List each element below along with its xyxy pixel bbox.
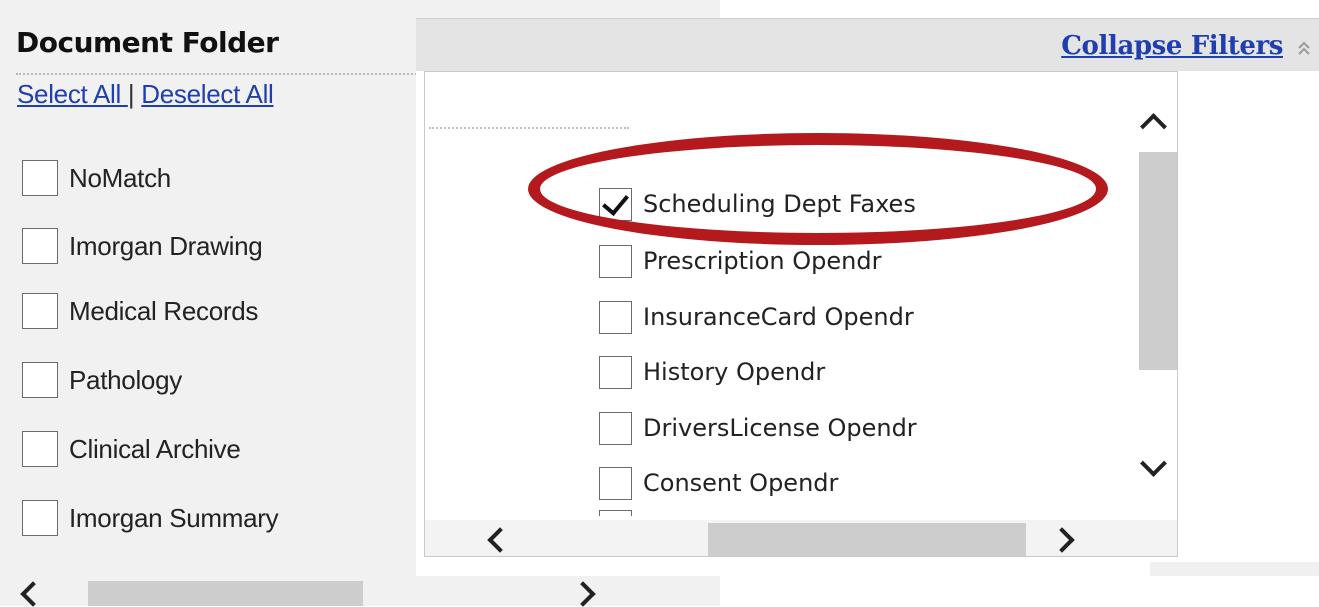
folder-checkbox[interactable] [22,500,58,536]
filter-item-label: InsuranceCard Opendr [643,303,914,331]
folder-checkbox[interactable] [22,228,58,264]
filter-item-label: Scheduling Dept Faxes [643,190,916,218]
scroll-right-icon[interactable] [1049,527,1075,553]
select-links: Select All | Deselect All [17,79,274,110]
folder-item-imorgan-drawing[interactable]: Imorgan Drawing [22,226,263,266]
scroll-down-icon[interactable] [1140,450,1167,477]
scroll-left-icon[interactable] [487,527,513,553]
title-divider [16,73,420,75]
select-all-link[interactable]: Select All [17,79,128,109]
filter-item-history-opendr[interactable]: History Opendr [599,354,825,390]
scrollbar-thumb[interactable] [88,581,363,606]
folder-checkbox[interactable] [22,293,58,329]
folder-checkbox[interactable] [22,431,58,467]
folder-item-nomatch[interactable]: NoMatch [22,158,171,198]
filter-panel-header: Collapse Filters [416,18,1319,71]
scrollbar-thumb[interactable] [1139,152,1177,370]
filter-item-prescription-opendr[interactable]: Prescription Opendr [599,243,881,279]
horizontal-scrollbar[interactable] [0,571,720,607]
link-separator: | [127,79,135,109]
deselect-all-link[interactable]: Deselect All [141,79,274,109]
filter-checkbox-partial[interactable] [599,510,632,516]
folder-item-label: Imorgan Drawing [69,230,263,261]
filter-checkbox[interactable] [599,244,632,278]
filter-panel: Collapse Filters Scheduling Dept Faxes P… [416,18,1319,576]
folder-item-label: Medical Records [69,295,259,326]
folder-checkbox[interactable] [22,160,58,196]
filter-checkbox[interactable] [599,355,632,389]
vertical-scrollbar[interactable] [1129,72,1177,506]
filter-item-driverslicense-opendr[interactable]: DriversLicense Opendr [599,410,917,446]
folder-item-imorgan-summary[interactable]: Imorgan Summary [22,498,279,538]
filter-checkbox[interactable] [599,300,632,334]
folder-item-label: Clinical Archive [69,433,241,464]
horizontal-scrollbar[interactable] [425,520,1177,556]
background-strip [1150,562,1319,576]
filter-item-scheduling-dept-faxes[interactable]: Scheduling Dept Faxes [599,186,916,222]
scroll-left-icon[interactable] [20,581,46,607]
filter-item-insurancecard-opendr[interactable]: InsuranceCard Opendr [599,299,914,335]
folder-checkbox[interactable] [22,362,58,398]
folder-item-pathology[interactable]: Pathology [22,360,182,400]
scrollbar-thumb[interactable] [708,523,1026,556]
list-divider [429,127,629,129]
scroll-right-icon[interactable] [570,581,596,607]
filter-checkbox[interactable] [599,411,632,445]
collapse-filters-link[interactable]: Collapse Filters [1061,31,1283,61]
folder-item-clinical-archive[interactable]: Clinical Archive [22,429,241,469]
filter-checkbox[interactable] [599,466,632,500]
filter-list: Scheduling Dept Faxes Prescription Opend… [424,71,1178,557]
double-chevron-up-icon[interactable] [1295,38,1313,58]
scroll-up-icon[interactable] [1140,113,1167,140]
folder-item-medical-records[interactable]: Medical Records [22,291,258,331]
filter-item-label: History Opendr [643,358,826,386]
folder-item-label: Imorgan Summary [69,502,279,533]
filter-item-label: Prescription Opendr [643,247,882,275]
folder-item-label: Pathology [69,364,182,395]
folder-item-label: NoMatch [69,162,171,193]
panel-title: Document Folder [16,26,279,59]
filter-checkbox-checked[interactable] [599,187,632,221]
filter-item-label: DriversLicense Opendr [643,414,917,442]
filter-item-label: Consent Opendr [643,469,839,497]
filter-item-consent-opendr[interactable]: Consent Opendr [599,465,838,501]
